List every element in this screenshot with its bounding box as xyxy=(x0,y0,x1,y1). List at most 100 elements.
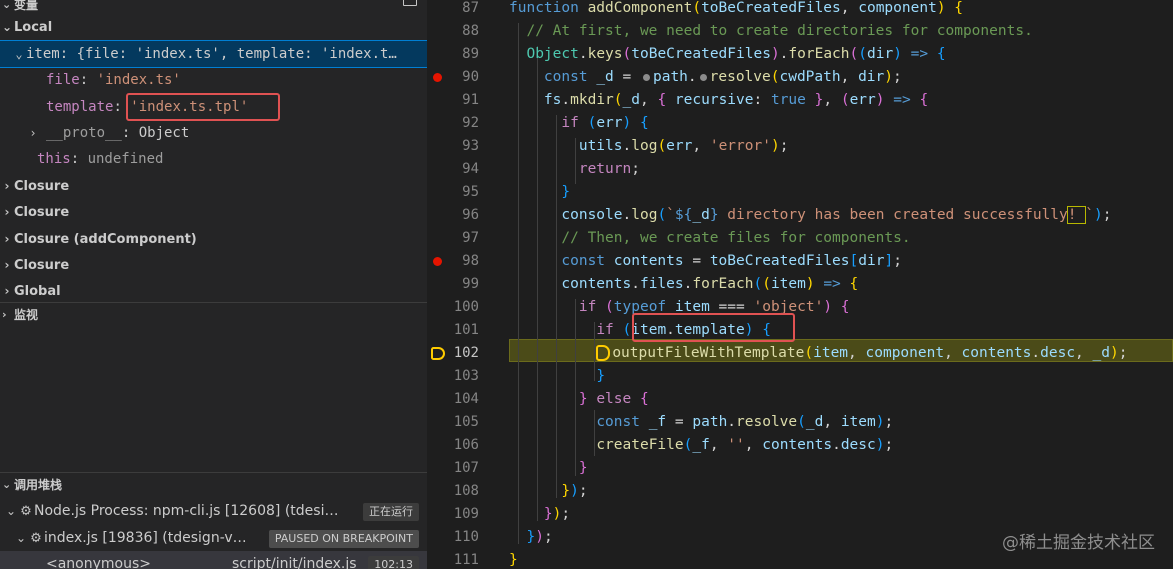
code-line-106: createFile(_f, '', contents.desc); xyxy=(596,437,894,453)
line-number-text: 110 xyxy=(453,529,479,545)
line-number-text: 108 xyxy=(453,483,479,499)
code-line-102: outputFileWithTemplate(item, component, … xyxy=(509,342,1127,365)
code-line-94: return; xyxy=(578,161,640,177)
file-key: file xyxy=(46,72,80,88)
code-line-87: function addComponent(toBeCreatedFiles, … xyxy=(509,0,964,16)
variables-title: 变量 xyxy=(14,0,39,12)
line-number-text: 90 xyxy=(462,69,479,85)
section-divider xyxy=(0,472,427,473)
line-number-text: 104 xyxy=(453,391,479,407)
code-line-99: contents.files.forEach((item) => { xyxy=(561,276,859,292)
scope-closure-3[interactable]: › Closure xyxy=(0,252,427,278)
code-line-109: }); xyxy=(543,506,571,522)
code-line-98: const contents = toBeCreatedFiles[dir]; xyxy=(561,253,902,269)
line-number-106[interactable]: 106 xyxy=(427,434,507,457)
section-divider xyxy=(0,302,427,303)
chevron-right-icon: › xyxy=(4,205,10,219)
line-number-text: 94 xyxy=(462,161,479,177)
callstack-title: 调用堆栈 xyxy=(14,478,63,492)
line-number-111[interactable]: 111 xyxy=(427,549,507,569)
line-number-text: 109 xyxy=(453,506,479,522)
watch-title: 监视 xyxy=(14,308,39,322)
code-line-96: console.log(`${_d} directory has been cr… xyxy=(561,206,1112,224)
debug-gear-icon: ⚙ xyxy=(20,504,32,519)
chevron-down-icon: ⌄ xyxy=(1,20,13,34)
watch-section-header[interactable]: › 监视 xyxy=(0,304,427,326)
line-number-105[interactable]: 105 xyxy=(427,411,507,434)
inline-breakpoint-icon[interactable] xyxy=(699,73,707,81)
chevron-right-icon: › xyxy=(2,308,7,321)
paused-breakpoint-icon[interactable] xyxy=(431,347,445,360)
template-key: template xyxy=(46,99,114,115)
line-number-text: 91 xyxy=(462,92,479,108)
line-number-text: 106 xyxy=(453,437,479,453)
variable-item[interactable]: ⌄ item: {file: 'index.ts', template: 'ind… xyxy=(0,40,427,68)
code-line-105: const _f = path.resolve(_d, item); xyxy=(596,414,894,430)
line-number-108[interactable]: 108 xyxy=(427,480,507,503)
scope-global[interactable]: › Global xyxy=(0,278,427,304)
line-number-96[interactable]: 96 xyxy=(427,204,507,227)
line-number-109[interactable]: 109 xyxy=(427,503,507,526)
collapse-all-icon[interactable] xyxy=(403,0,417,6)
line-number-107[interactable]: 107 xyxy=(427,457,507,480)
proto-value: Object xyxy=(138,125,190,141)
line-number-text: 92 xyxy=(462,115,479,131)
callstack-thread[interactable]: ⌄ ⚙ index.js [19836] (tdesign-v… PAUSED ON… xyxy=(0,525,427,551)
code-line-107: } xyxy=(578,460,588,476)
code-line-90: const _d = path. resolve(cwdPath, dir); xyxy=(543,69,902,85)
line-number-103[interactable]: 103 xyxy=(427,365,507,388)
line-number-text: 107 xyxy=(453,460,479,476)
inline-breakpoint-icon[interactable] xyxy=(642,73,650,81)
line-number-89[interactable]: 89 xyxy=(427,43,507,66)
variable-proto[interactable]: › __proto__: Object xyxy=(0,120,427,146)
line-number-text: 88 xyxy=(462,23,479,39)
code-line-111: } xyxy=(509,552,518,568)
line-number-text: 111 xyxy=(453,552,479,568)
line-number-102[interactable]: 102 xyxy=(427,342,507,365)
line-number-text: 97 xyxy=(462,230,479,246)
debug-sidebar: ⌄ 变量 ⌄ Local ⌄ item: {file: 'index.ts', te… xyxy=(0,0,427,569)
code-editor[interactable]: 87 88 89 90 91 92 93 94 95 96 97 98 99 100 101 102 103 10… xyxy=(427,0,1173,569)
breakpoint-icon[interactable] xyxy=(433,73,442,82)
thread-label: index.js [19836] (tdesign-v… xyxy=(44,530,247,546)
chevron-right-icon: › xyxy=(4,179,10,193)
line-number-92[interactable]: 92 xyxy=(427,112,507,135)
variable-file[interactable]: file: 'index.ts' xyxy=(0,67,427,93)
annotation-box-item-template xyxy=(632,313,795,342)
chevron-right-icon: › xyxy=(4,258,10,272)
callstack-process[interactable]: ⌄ ⚙ Node.js Process: npm-cli.js [12608] (t… xyxy=(0,498,427,524)
breakpoint-icon[interactable] xyxy=(433,257,442,266)
chevron-down-icon: ⌄ xyxy=(2,478,12,491)
scope-closure-1[interactable]: › Closure xyxy=(0,173,427,199)
line-number-97[interactable]: 97 xyxy=(427,227,507,250)
stack-frame-cursor-icon xyxy=(596,345,611,361)
line-number-100[interactable]: 100 xyxy=(427,296,507,319)
line-number-94[interactable]: 94 xyxy=(427,158,507,181)
line-number-104[interactable]: 104 xyxy=(427,388,507,411)
line-number-99[interactable]: 99 xyxy=(427,273,507,296)
callstack-frame[interactable]: <anonymous> script/init/index.js 102:13 xyxy=(0,551,427,569)
process-status-badge: 正在运行 xyxy=(363,503,419,521)
line-number-text: 99 xyxy=(462,276,479,292)
code-line-95: } xyxy=(561,184,571,200)
line-number-text: 100 xyxy=(453,299,479,315)
variable-this[interactable]: this: undefined xyxy=(0,146,427,172)
line-number-110[interactable]: 110 xyxy=(427,526,507,549)
callstack-section-header[interactable]: ⌄ 调用堆栈 xyxy=(0,474,427,496)
line-number-90[interactable]: 90 xyxy=(427,66,507,89)
local-scope[interactable]: ⌄ Local xyxy=(0,14,427,40)
line-number-101[interactable]: 101 xyxy=(427,319,507,342)
line-number-text: 87 xyxy=(462,0,479,16)
line-number-88[interactable]: 88 xyxy=(427,20,507,43)
chevron-down-icon: ⌄ xyxy=(15,47,23,61)
chevron-right-icon: › xyxy=(29,126,37,140)
line-number-91[interactable]: 91 xyxy=(427,89,507,112)
line-number-87[interactable]: 87 xyxy=(427,0,507,20)
scope-closure-2[interactable]: › Closure xyxy=(0,199,427,225)
scope-closure-addcomponent[interactable]: › Closure (addComponent) xyxy=(0,226,427,252)
chevron-right-icon: › xyxy=(4,284,10,298)
chevron-down-icon: ⌄ xyxy=(15,531,27,545)
line-number-98[interactable]: 98 xyxy=(427,250,507,273)
line-number-95[interactable]: 95 xyxy=(427,181,507,204)
line-number-93[interactable]: 93 xyxy=(427,135,507,158)
